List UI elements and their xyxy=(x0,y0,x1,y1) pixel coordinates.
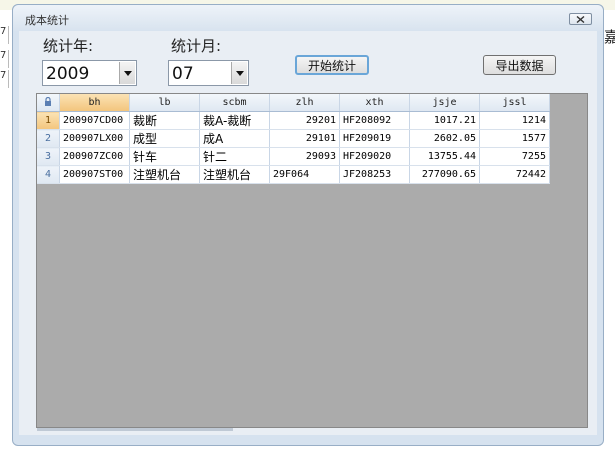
window-title: 成本统计 xyxy=(25,14,69,27)
background-cell: 7 xyxy=(0,50,9,68)
lock-icon xyxy=(45,96,51,106)
year-select-value: 2009 xyxy=(46,64,90,84)
cell-lb[interactable]: 裁断 xyxy=(129,111,200,130)
month-select[interactable]: 07 xyxy=(168,60,249,86)
background-text: 嘉 xyxy=(604,28,615,46)
cell-jsje[interactable]: 277090.65 xyxy=(409,165,480,184)
horizontal-scrollbar[interactable] xyxy=(37,428,233,431)
data-table: bh lb scbm zlh xth jsje jssl 1 200907CD0… xyxy=(37,94,550,184)
cell-zlh[interactable]: 29201 xyxy=(269,111,340,130)
cell-jssl[interactable]: 72442 xyxy=(479,165,550,184)
cell-jssl[interactable]: 1214 xyxy=(479,111,550,130)
column-header-xth[interactable]: xth xyxy=(339,94,410,112)
background-cell: 7 xyxy=(0,26,9,44)
cell-bh[interactable]: 200907LX00 xyxy=(59,129,130,148)
cell-bh[interactable]: 200907CD00 xyxy=(59,111,130,130)
window-client-area: 统计年: 统计月: 2009 07 开始统计 导出数据 bh lb scbm z… xyxy=(19,31,597,435)
cell-lb[interactable]: 注塑机台 xyxy=(129,165,200,184)
cell-scbm[interactable]: 裁A-裁断 xyxy=(199,111,270,130)
cell-zlh[interactable]: 29101 xyxy=(269,129,340,148)
close-icon xyxy=(576,15,585,23)
row-number[interactable]: 4 xyxy=(37,165,60,184)
month-label: 统计月: xyxy=(171,37,222,55)
cell-xth[interactable]: HF209020 xyxy=(339,147,410,166)
title-bar[interactable]: 成本统计 xyxy=(13,5,603,31)
chevron-down-icon xyxy=(235,70,244,76)
row-number[interactable]: 3 xyxy=(37,147,60,166)
start-statistics-button[interactable]: 开始统计 xyxy=(295,55,369,75)
row-number[interactable]: 1 xyxy=(37,111,60,130)
year-select[interactable]: 2009 xyxy=(42,60,137,86)
column-header-jssl[interactable]: jssl xyxy=(479,94,550,112)
chevron-down-icon xyxy=(123,70,132,76)
export-data-button[interactable]: 导出数据 xyxy=(483,55,556,75)
column-header-jsje[interactable]: jsje xyxy=(409,94,480,112)
cost-statistics-window: 成本统计 统计年: 统计月: 2009 07 开始统计 导出数据 bh lb s… xyxy=(12,4,604,446)
cell-jsje[interactable]: 2602.05 xyxy=(409,129,480,148)
row-number[interactable]: 2 xyxy=(37,129,60,148)
table-header-row: bh lb scbm zlh xth jsje jssl xyxy=(37,94,550,112)
column-header-bh[interactable]: bh xyxy=(59,94,130,112)
cell-scbm[interactable]: 注塑机台 xyxy=(199,165,270,184)
table-row[interactable]: 1 200907CD00 裁断 裁A-裁断 29201 HF208092 101… xyxy=(37,111,550,130)
cell-zlh[interactable]: 29F064 xyxy=(269,165,340,184)
cell-xth[interactable]: JF208253 xyxy=(339,165,410,184)
cell-zlh[interactable]: 29093 xyxy=(269,147,340,166)
data-grid: bh lb scbm zlh xth jsje jssl 1 200907CD0… xyxy=(36,93,588,428)
cell-jsje[interactable]: 13755.44 xyxy=(409,147,480,166)
column-header-scbm[interactable]: scbm xyxy=(199,94,270,112)
month-dropdown-button[interactable] xyxy=(231,62,247,84)
cell-scbm[interactable]: 针二 xyxy=(199,147,270,166)
background-cell: 7 xyxy=(0,70,9,88)
column-header-lb[interactable]: lb xyxy=(129,94,200,112)
cell-lb[interactable]: 成型 xyxy=(129,129,200,148)
cell-scbm[interactable]: 成A xyxy=(199,129,270,148)
select-all-corner[interactable] xyxy=(37,94,60,112)
year-label: 统计年: xyxy=(43,37,94,55)
cell-bh[interactable]: 200907ST00 xyxy=(59,165,130,184)
table-row[interactable]: 3 200907ZC00 针车 针二 29093 HF209020 13755.… xyxy=(37,147,550,166)
cell-bh[interactable]: 200907ZC00 xyxy=(59,147,130,166)
close-button[interactable] xyxy=(569,13,592,25)
cell-xth[interactable]: HF208092 xyxy=(339,111,410,130)
table-row[interactable]: 2 200907LX00 成型 成A 29101 HF209019 2602.0… xyxy=(37,129,550,148)
column-header-zlh[interactable]: zlh xyxy=(269,94,340,112)
cell-jssl[interactable]: 7255 xyxy=(479,147,550,166)
table-row[interactable]: 4 200907ST00 注塑机台 注塑机台 29F064 JF208253 2… xyxy=(37,165,550,184)
cell-lb[interactable]: 针车 xyxy=(129,147,200,166)
cell-jssl[interactable]: 1577 xyxy=(479,129,550,148)
cell-xth[interactable]: HF209019 xyxy=(339,129,410,148)
cell-jsje[interactable]: 1017.21 xyxy=(409,111,480,130)
month-select-value: 07 xyxy=(172,64,194,84)
year-dropdown-button[interactable] xyxy=(119,62,135,84)
